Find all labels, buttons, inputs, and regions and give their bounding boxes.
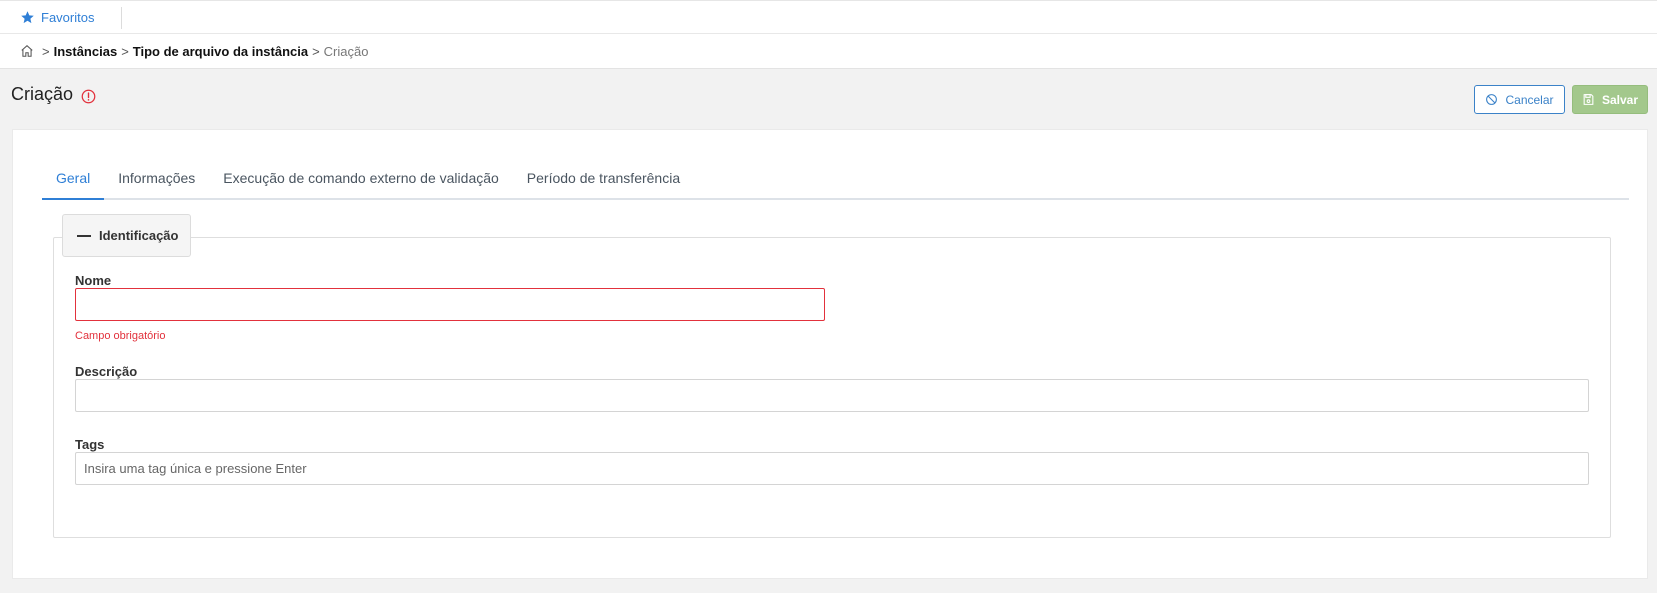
topbar-divider bbox=[121, 7, 122, 29]
minus-icon bbox=[77, 234, 91, 237]
identificacao-collapse-toggle[interactable]: Identificação bbox=[62, 214, 191, 257]
save-button[interactable]: Salvar bbox=[1572, 85, 1648, 114]
cancel-button[interactable]: Cancelar bbox=[1474, 85, 1565, 114]
breadcrumb-separator: > bbox=[312, 43, 320, 59]
cancel-label: Cancelar bbox=[1505, 92, 1554, 107]
breadcrumb-current: Criação bbox=[323, 43, 369, 59]
breadcrumb-instancias[interactable]: Instâncias bbox=[54, 44, 118, 59]
ban-icon bbox=[1486, 94, 1498, 105]
floppy-disk-icon bbox=[1583, 94, 1594, 105]
tab-execucao-comando[interactable]: Execução de comando externo de validação bbox=[209, 160, 513, 200]
breadcrumb: > Instâncias > Tipo de arquivo da instân… bbox=[0, 34, 1657, 69]
descricao-label: Descrição bbox=[75, 364, 138, 379]
breadcrumb-separator: > bbox=[121, 43, 129, 59]
tab-periodo-transferencia[interactable]: Período de transferência bbox=[513, 160, 694, 200]
favorites-label: Favoritos bbox=[41, 10, 95, 25]
favorites-link[interactable]: Favoritos bbox=[20, 10, 94, 25]
descricao-input[interactable] bbox=[75, 379, 1589, 412]
save-label: Salvar bbox=[1601, 92, 1639, 107]
top-bar: Favoritos bbox=[0, 0, 1657, 34]
form-card: Geral Informações Execução de comando ex… bbox=[12, 129, 1648, 579]
tab-geral[interactable]: Geral bbox=[42, 160, 105, 200]
section-title: Identificação bbox=[99, 228, 179, 243]
tags-label: Tags bbox=[75, 437, 105, 452]
alert-circle-icon bbox=[81, 89, 96, 104]
home-icon[interactable] bbox=[20, 44, 34, 58]
nome-label: Nome bbox=[75, 273, 112, 288]
page-title: Criação bbox=[11, 84, 74, 104]
nome-error-message: Campo obrigatório bbox=[75, 330, 166, 342]
breadcrumb-separator: > bbox=[42, 43, 50, 59]
breadcrumb-tipo-arquivo[interactable]: Tipo de arquivo da instância bbox=[133, 44, 308, 59]
tab-bar: Geral Informações Execução de comando ex… bbox=[42, 160, 1629, 200]
tags-input[interactable] bbox=[75, 452, 1589, 485]
star-icon bbox=[21, 11, 34, 24]
tab-informacoes[interactable]: Informações bbox=[104, 160, 209, 200]
nome-input[interactable] bbox=[75, 288, 825, 321]
